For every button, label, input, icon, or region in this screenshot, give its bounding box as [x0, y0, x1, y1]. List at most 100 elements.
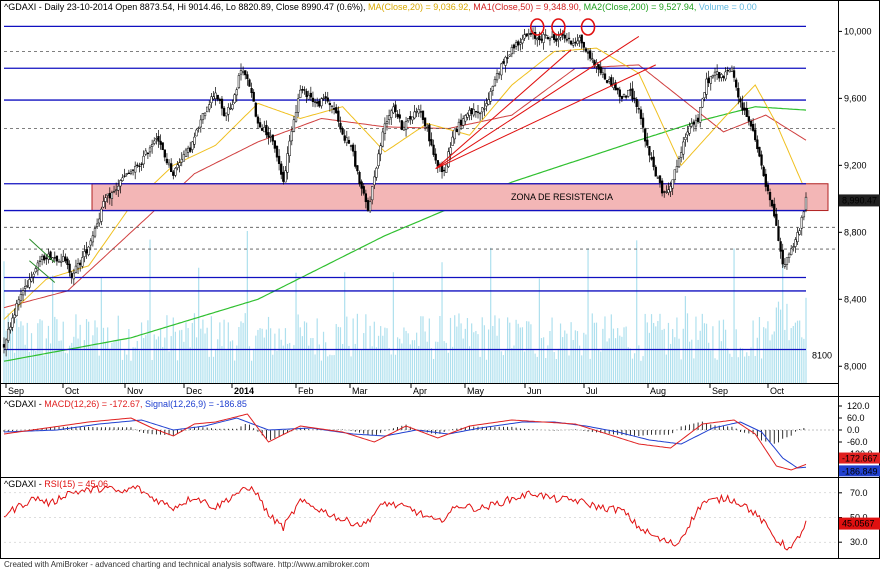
candle-body: [572, 43, 575, 46]
candle-body: [447, 151, 450, 167]
volume-bar: [473, 332, 475, 383]
candle-body: [117, 185, 120, 191]
volume-bar: [303, 321, 306, 383]
volume-bar: [37, 323, 39, 383]
candle-body: [498, 73, 501, 75]
candle-body: [167, 162, 171, 166]
volume-bar: [471, 323, 473, 383]
volume-bar: [435, 341, 437, 383]
volume-bar: [483, 325, 485, 383]
volume-bar: [11, 328, 14, 383]
volume-bar: [299, 327, 301, 383]
candle-body: [692, 121, 695, 125]
candle-body: [804, 196, 808, 211]
candle-body: [201, 113, 205, 121]
candle-body: [673, 169, 676, 180]
volume-bar: [416, 332, 418, 383]
volume-bar: [147, 320, 149, 383]
candle-body: [13, 314, 16, 318]
volume-bar: [468, 346, 471, 383]
volume-bar: [394, 354, 397, 383]
volume-bar: [428, 318, 430, 383]
candle-body: [62, 256, 65, 262]
candle-body: [404, 121, 408, 130]
candle-body: [136, 164, 139, 166]
candle-body: [214, 92, 217, 99]
candle-body: [174, 168, 177, 176]
volume-bar: [250, 360, 253, 383]
candle-body: [108, 192, 111, 199]
candle-body: [690, 123, 693, 127]
candle-body: [11, 317, 14, 328]
volume-bar: [174, 331, 177, 383]
volume-bar: [314, 354, 316, 383]
volume-bar: [333, 355, 335, 383]
candle-body: [222, 107, 226, 117]
candle-body: [618, 89, 621, 97]
candle-body: [292, 119, 296, 132]
volume-bar: [750, 347, 752, 383]
volume-bar: [140, 322, 143, 383]
rsi-title: ^GDAXI - RSI(15) = 45.06: [4, 479, 108, 489]
candle-body: [335, 107, 338, 114]
volume-bar: [33, 349, 35, 383]
candle-body: [637, 108, 640, 110]
candle-body: [233, 94, 236, 103]
signal-last-label: -186.849: [842, 466, 878, 476]
candle-body: [345, 137, 348, 144]
volume-bar: [248, 346, 251, 383]
candle-body: [426, 126, 429, 129]
volume-bar: [680, 359, 682, 383]
volume-bar: [231, 340, 234, 383]
candle-body: [732, 70, 736, 78]
volume-bar: [375, 347, 378, 383]
candle-body: [417, 109, 420, 114]
candle-body: [155, 138, 158, 140]
main-title-part: Volume = 0.00: [699, 2, 757, 12]
volume-bar: [257, 329, 259, 383]
volume-bar: [356, 313, 358, 383]
candle-body: [358, 172, 361, 185]
candle-body: [106, 193, 109, 196]
candle-body: [686, 131, 689, 136]
candle-body: [760, 154, 763, 166]
candle-body: [218, 98, 221, 101]
volume-bar: [720, 341, 722, 383]
volume-bar: [684, 296, 686, 383]
candle-body: [555, 38, 558, 42]
candle-body: [17, 299, 20, 305]
volume-bar: [712, 326, 714, 383]
volume-bar: [64, 352, 66, 383]
volume-bar: [348, 345, 350, 383]
candle-body: [95, 223, 99, 227]
volume-bar: [384, 327, 386, 383]
candle-body: [246, 74, 249, 79]
candle-body: [284, 170, 287, 183]
volume-bar: [272, 354, 274, 383]
volume-bar: [259, 328, 261, 383]
candle-body: [796, 232, 799, 242]
volume-bar: [369, 325, 371, 383]
candle-body: [282, 171, 285, 182]
resistance-zone: [91, 183, 829, 212]
candle-body: [766, 184, 770, 192]
candle-body: [225, 112, 228, 117]
candle-body: [802, 211, 806, 218]
resistance-zone-label: ZONA DE RESISTENCIA: [511, 192, 613, 202]
volume-bar: [149, 239, 151, 383]
candle-body: [157, 136, 160, 142]
volume-bar: [377, 335, 380, 383]
candle-body: [597, 64, 600, 70]
chart-canvas[interactable]: ZONA DE RESISTENCIA 8100 8,000 8,400 8,800 9,…: [0, 0, 880, 571]
volume-bar: [265, 329, 267, 383]
candle-body: [436, 160, 439, 167]
volume-bar: [373, 321, 375, 383]
volume-bar: [443, 341, 445, 383]
volume-bar: [509, 322, 511, 383]
volume-bar: [187, 328, 189, 383]
volume-bar: [52, 275, 54, 383]
candle-body: [718, 72, 721, 79]
volume-bar: [339, 327, 342, 383]
x-tick-label: Aug: [650, 386, 666, 396]
candle-body: [199, 119, 202, 128]
